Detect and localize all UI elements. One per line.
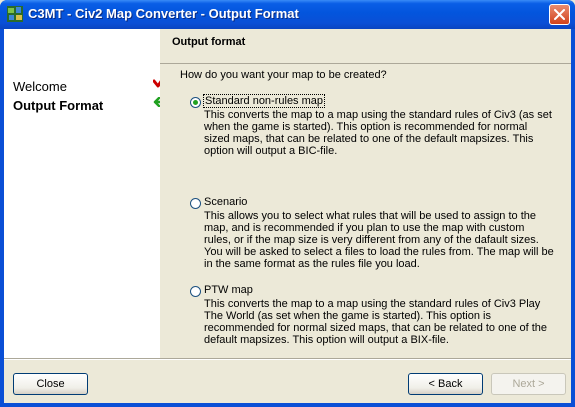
option-ptw-label[interactable]: PTW map bbox=[204, 284, 253, 296]
title-bar[interactable]: C3MT - Civ2 Map Converter - Output Forma… bbox=[0, 0, 575, 29]
option-scenario-description: This allows you to select what rules tha… bbox=[204, 210, 554, 270]
radio-ptw[interactable] bbox=[190, 286, 201, 297]
option-scenario-label[interactable]: Scenario bbox=[204, 196, 247, 208]
app-window: C3MT - Civ2 Map Converter - Output Forma… bbox=[0, 0, 575, 407]
option-ptw-description: This converts the map to a map using the… bbox=[204, 298, 548, 346]
option-standard-label[interactable]: Standard non-rules map bbox=[202, 94, 326, 108]
window-title: C3MT - Civ2 Map Converter - Output Forma… bbox=[28, 6, 299, 21]
radio-scenario[interactable] bbox=[190, 198, 201, 209]
wizard-steps-panel: Welcome Output Format bbox=[4, 29, 160, 358]
wizard-client-area: Welcome Output Format Output format How … bbox=[4, 29, 571, 403]
back-button[interactable]: < Back bbox=[408, 373, 483, 395]
radio-standard[interactable] bbox=[190, 97, 201, 108]
page-title: Output format bbox=[172, 36, 246, 48]
page-header: Output format bbox=[160, 29, 571, 64]
step-welcome: Welcome bbox=[13, 79, 67, 94]
step-output-format: Output Format bbox=[13, 98, 104, 113]
close-button[interactable]: Close bbox=[13, 373, 88, 395]
window-close-button[interactable] bbox=[549, 4, 570, 25]
next-button[interactable]: Next > bbox=[491, 373, 566, 395]
option-standard-description: This converts the map to a map using the… bbox=[204, 109, 552, 157]
close-icon bbox=[554, 9, 565, 20]
app-icon bbox=[7, 6, 23, 22]
footer-divider-highlight bbox=[4, 359, 571, 360]
options-panel: How do you want your map to be created? … bbox=[160, 64, 571, 358]
question-label: How do you want your map to be created? bbox=[180, 69, 387, 81]
